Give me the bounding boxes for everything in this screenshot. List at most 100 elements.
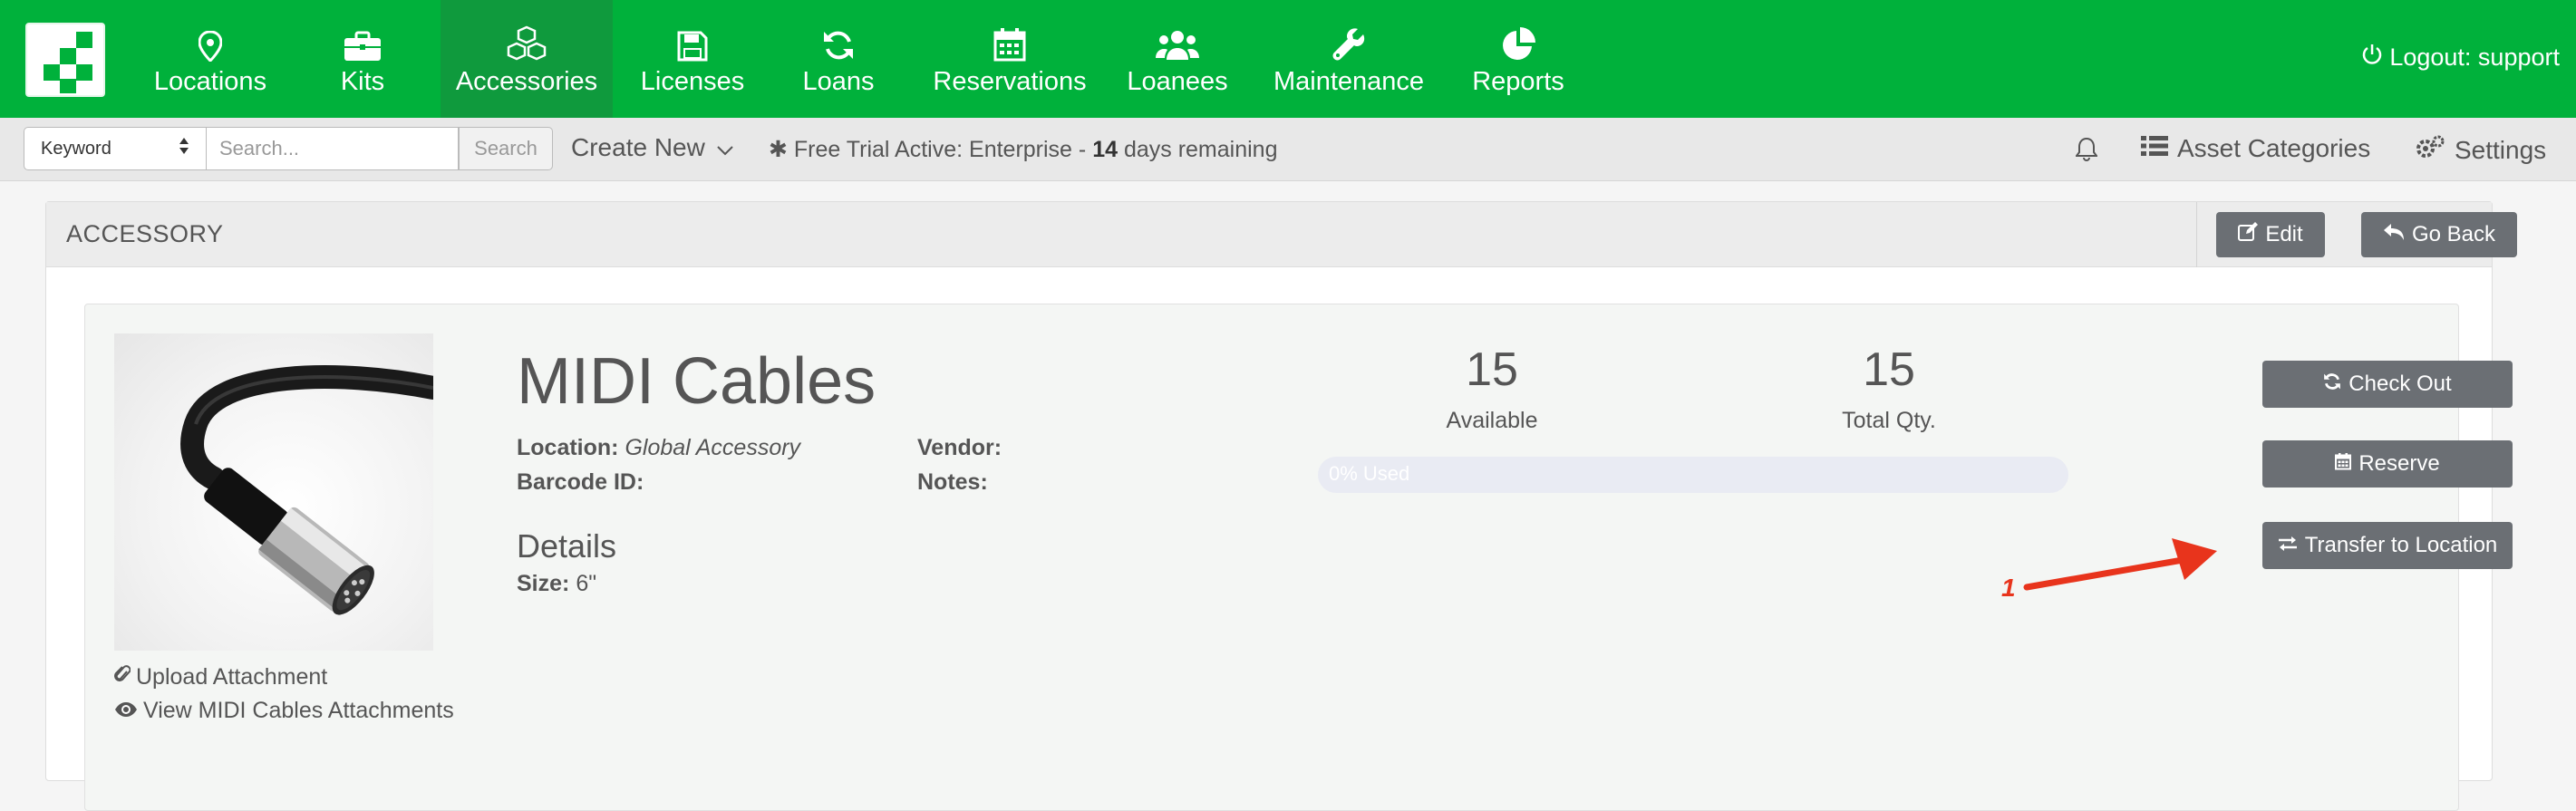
location-value[interactable]: Global Accessory xyxy=(625,435,800,460)
annotation-arrow xyxy=(2023,538,2217,591)
reserve-button[interactable]: Reserve xyxy=(2262,440,2513,488)
search-placeholder: Search... xyxy=(219,137,300,159)
header-divider xyxy=(2196,202,2197,267)
view-attachments-label: View MIDI Cables Attachments xyxy=(143,698,454,723)
total-qty-label: Total Qty. xyxy=(1842,408,1936,433)
app-logo[interactable] xyxy=(25,23,105,97)
available-count: 15 xyxy=(1466,343,1518,396)
barcode-field: Barcode ID: xyxy=(517,469,644,496)
panel-title: ACCESSORY xyxy=(66,220,224,247)
total-qty-count: 15 xyxy=(1863,343,1915,396)
usage-progress-text: 0% Used xyxy=(1329,462,1410,485)
size-label: Size: xyxy=(517,571,570,596)
trial-prefix: Free Trial Active: Enterprise - xyxy=(793,137,1093,162)
asset-categories-label: Asset Categories xyxy=(2177,134,2371,162)
asterisk-icon: ✱ xyxy=(769,137,788,162)
power-icon xyxy=(2362,43,2382,72)
search-type-select[interactable]: Keyword xyxy=(24,127,207,170)
gears-icon xyxy=(2415,134,2445,166)
accessory-photo xyxy=(114,333,433,651)
list-icon xyxy=(2141,134,2168,163)
nav-reservations[interactable]: Reservations xyxy=(919,0,1100,118)
nav-label: Accessories xyxy=(455,66,598,96)
create-new-label: Create New xyxy=(571,133,705,161)
size-field: Size: 6" xyxy=(517,571,596,597)
notes-label: Notes: xyxy=(917,469,988,495)
location-field: Location: Global Accessory xyxy=(517,435,800,461)
search-type-value: Keyword xyxy=(41,138,111,159)
refresh-icon xyxy=(822,22,855,62)
settings-link[interactable]: Settings xyxy=(2415,134,2546,166)
size-value: 6" xyxy=(576,571,597,596)
chevron-down-icon xyxy=(716,133,734,162)
nav-reports[interactable]: Reports xyxy=(1459,0,1577,118)
nav-label: Kits xyxy=(340,66,385,96)
paperclip-icon xyxy=(114,663,131,691)
location-label: Location: xyxy=(517,435,619,460)
reserve-label: Reserve xyxy=(2358,451,2440,476)
cubes-icon xyxy=(506,22,547,62)
exchange-icon xyxy=(2278,533,2298,558)
map-marker-icon xyxy=(199,22,222,62)
accessory-panel: ACCESSORY Edit Go Back MIDI Cables Locat… xyxy=(45,201,2517,811)
nav-locations[interactable]: Locations xyxy=(138,0,283,118)
nav-loanees[interactable]: Loanees xyxy=(1119,0,1236,118)
nav-label: Locations xyxy=(153,66,267,96)
search-input[interactable]: Search... xyxy=(207,127,459,170)
nav-maintenance[interactable]: Maintenance xyxy=(1260,0,1438,118)
trial-notice: ✱ Free Trial Active: Enterprise - 14 day… xyxy=(769,136,1277,163)
calendar-icon xyxy=(993,22,1026,62)
vendor-field: Vendor: xyxy=(917,435,1002,461)
notifications-bell-icon[interactable] xyxy=(2075,136,2098,166)
users-icon xyxy=(1156,22,1199,62)
nav-licenses[interactable]: Licenses xyxy=(627,0,758,118)
top-navbar: Locations Kits Accessories Licenses Loan… xyxy=(0,0,2576,118)
annotation-number: 1 xyxy=(2001,574,2016,602)
settings-label: Settings xyxy=(2455,135,2547,164)
sub-toolbar: Keyword Search... Search Create New ✱ Fr… xyxy=(0,118,2576,181)
upload-attachment-label: Upload Attachment xyxy=(136,664,328,690)
check-out-label: Check Out xyxy=(2348,372,2452,396)
trial-suffix: days remaining xyxy=(1118,137,1278,162)
check-out-button[interactable]: Check Out xyxy=(2262,361,2513,408)
nav-label: Maintenance xyxy=(1273,66,1425,96)
go-back-button[interactable]: Go Back xyxy=(2361,212,2517,257)
go-back-label: Go Back xyxy=(2411,222,2496,246)
eye-icon xyxy=(114,698,138,724)
search-button[interactable]: Search xyxy=(459,127,553,170)
calendar-icon xyxy=(2335,451,2352,477)
nav-accessories[interactable]: Accessories xyxy=(441,0,613,118)
pie-chart-icon xyxy=(1501,22,1535,62)
barcode-label: Barcode ID: xyxy=(517,469,644,495)
available-label: Available xyxy=(1446,408,1538,433)
asset-categories-link[interactable]: Asset Categories xyxy=(2141,134,2370,163)
edit-button[interactable]: Edit xyxy=(2216,212,2325,257)
sort-arrows-icon xyxy=(179,137,189,160)
details-heading: Details xyxy=(517,527,617,565)
vendor-label: Vendor: xyxy=(917,435,1002,460)
logout-label: Logout: support xyxy=(2389,43,2560,71)
wrench-icon xyxy=(1332,22,1366,62)
floppy-disk-icon xyxy=(677,22,708,62)
nav-label: Loanees xyxy=(1127,66,1228,96)
edit-label: Edit xyxy=(2265,222,2303,246)
reply-arrow-icon xyxy=(2383,222,2405,247)
edit-icon xyxy=(2238,221,2259,248)
briefcase-icon xyxy=(344,22,382,62)
nav-label: Loans xyxy=(802,66,875,96)
nav-label: Reports xyxy=(1472,66,1564,96)
nav-kits[interactable]: Kits xyxy=(308,0,417,118)
view-attachments-link[interactable]: View MIDI Cables Attachments xyxy=(114,698,454,724)
upload-attachment-link[interactable]: Upload Attachment xyxy=(114,663,327,691)
notes-field: Notes: xyxy=(917,469,988,496)
nav-label: Reservations xyxy=(933,66,1087,96)
panel-header: ACCESSORY Edit Go Back xyxy=(46,202,2517,267)
nav-loans[interactable]: Loans xyxy=(780,0,897,118)
create-new-dropdown[interactable]: Create New xyxy=(571,133,734,162)
transfer-to-location-button[interactable]: Transfer to Location xyxy=(2262,522,2513,569)
usage-progress-bar: 0% Used xyxy=(1318,457,2068,493)
logout-link[interactable]: Logout: support xyxy=(2362,43,2560,72)
item-title: MIDI Cables xyxy=(517,345,876,418)
transfer-label: Transfer to Location xyxy=(2304,533,2498,557)
trial-days: 14 xyxy=(1092,137,1118,162)
